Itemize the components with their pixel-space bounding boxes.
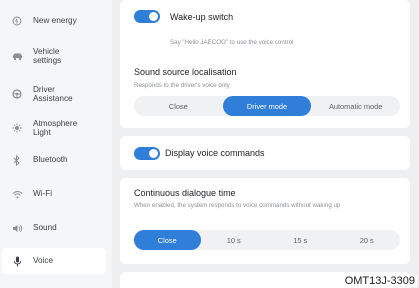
sound-source-option-driver-mode[interactable]: Driver mode xyxy=(222,96,312,116)
voice-control-card: Wake-up switch Say "Hello JAECOO" to use… xyxy=(120,0,410,128)
sidebar-item-label: Driver Assistance xyxy=(33,84,73,104)
dialogue-option-20s[interactable]: 20 s xyxy=(334,230,401,250)
dialogue-subtitle: When enabled, the system responds to voi… xyxy=(134,202,341,209)
wifi-icon xyxy=(10,190,24,199)
bluetooth-icon xyxy=(10,154,24,166)
sidebar-item-label: New energy xyxy=(33,16,77,26)
sidebar-item-vehicle-settings[interactable]: Vehicle settings xyxy=(0,44,108,68)
wakeup-title: Wake-up switch xyxy=(170,12,234,22)
dialogue-option-15s[interactable]: 15 s xyxy=(267,230,334,250)
sound-source-option-close[interactable]: Close xyxy=(134,96,223,116)
vehicle-icon xyxy=(10,52,24,61)
speaker-icon xyxy=(10,224,24,233)
sidebar-item-label: Sound xyxy=(33,223,57,233)
sidebar-item-label: Voice xyxy=(33,256,54,266)
display-commands-toggle[interactable] xyxy=(134,147,160,160)
sound-source-title: Sound source localisation xyxy=(134,67,237,77)
new-energy-icon xyxy=(10,16,24,26)
sidebar-item-label: Atmosphere Light xyxy=(33,118,78,138)
sound-source-subtitle: Responds to the driver's voice only xyxy=(134,82,230,89)
dialogue-option-close[interactable]: Close xyxy=(134,230,201,250)
dialogue-title: Continuous dialogue time xyxy=(134,188,236,198)
sidebar-item-label: Bluetooth xyxy=(33,155,68,165)
sidebar: New energy Vehicle settings Driver Assis… xyxy=(0,0,112,288)
sidebar-item-driver-assistance[interactable]: Driver Assistance xyxy=(0,82,108,106)
wakeup-toggle[interactable] xyxy=(134,10,160,23)
display-commands-card: Display voice commands xyxy=(120,136,410,170)
sidebar-item-sound[interactable]: Sound xyxy=(0,218,108,238)
sidebar-item-new-energy[interactable]: New energy xyxy=(0,10,108,32)
voice-settings-screen: New energy Vehicle settings Driver Assis… xyxy=(0,0,419,288)
dialogue-option-10s[interactable]: 10 s xyxy=(201,230,268,250)
microphone-icon xyxy=(10,256,24,267)
sound-source-option-automatic-mode[interactable]: Automatic mode xyxy=(311,96,400,116)
sidebar-item-wifi[interactable]: Wi-Fi xyxy=(0,184,108,204)
figure-code: OMT13J-3309 xyxy=(342,275,417,287)
sidebar-item-voice[interactable]: Voice xyxy=(2,248,106,274)
steering-wheel-icon xyxy=(10,89,24,99)
display-commands-title: Display voice commands xyxy=(165,148,265,158)
sidebar-item-atmosphere-light[interactable]: Atmosphere Light xyxy=(0,116,108,140)
sound-source-selector: Close Driver mode Automatic mode xyxy=(134,96,400,116)
light-icon xyxy=(10,123,24,133)
wakeup-subtitle: Say "Hello JAECOO" to use the voice cont… xyxy=(170,39,294,46)
sidebar-item-label: Vehicle settings xyxy=(33,46,62,66)
dialogue-time-card: Continuous dialogue time When enabled, t… xyxy=(120,178,410,264)
dialogue-time-selector: Close 10 s 15 s 20 s xyxy=(134,230,400,250)
sidebar-item-label: Wi-Fi xyxy=(33,189,53,199)
sidebar-item-bluetooth[interactable]: Bluetooth xyxy=(0,150,108,170)
